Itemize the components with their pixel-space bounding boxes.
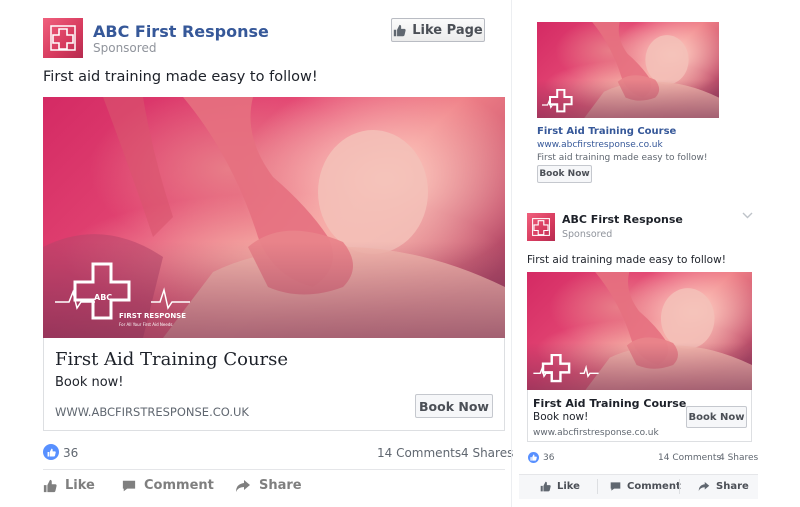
ad-description: Book now! (55, 375, 124, 390)
shares-count[interactable]: 4 Shares (461, 446, 513, 460)
divider (43, 469, 505, 470)
share-icon (698, 482, 710, 491)
thumbs-up-icon (43, 479, 57, 492)
mobile-post-text: First aid training made easy to follow! (527, 254, 726, 266)
mobile-book-now-button[interactable]: Book Now (686, 406, 747, 428)
like-page-label: Like Page (412, 22, 483, 38)
share-action[interactable]: Share (235, 478, 302, 493)
comment-icon (610, 482, 621, 491)
mobile-shares-count[interactable]: 4 Shares (719, 453, 758, 463)
mobile-like-count-icon (528, 452, 539, 463)
mobile-likes-count[interactable]: 36 (543, 453, 554, 463)
page-avatar[interactable] (43, 18, 83, 58)
right-ad-image[interactable] (537, 22, 719, 118)
comment-action[interactable]: Comment (122, 478, 214, 493)
image-logo-name: FIRST RESPONSE (119, 312, 187, 320)
mobile-ad-headline[interactable]: First Aid Training Course (533, 397, 686, 410)
mobile-comment-action[interactable]: Comment (610, 481, 681, 492)
post-text: First aid training made easy to follow! (43, 69, 318, 85)
thumbs-up-icon (394, 24, 406, 36)
comment-icon (122, 480, 136, 491)
book-now-button[interactable]: Book Now (415, 394, 493, 418)
comments-count[interactable]: 14 Comments (377, 446, 461, 460)
mobile-page-avatar[interactable] (527, 213, 555, 241)
page-name-link[interactable]: ABC First Response (93, 22, 269, 41)
thumbs-up-icon (47, 448, 56, 456)
ad-headline[interactable]: First Aid Training Course (55, 349, 288, 370)
right-ad-description: First aid training made easy to follow! (537, 153, 708, 163)
cross-logo-icon (50, 25, 76, 51)
chevron-down-icon[interactable] (742, 212, 753, 219)
right-ad-headline[interactable]: First Aid Training Course (537, 126, 676, 137)
like-page-button[interactable]: Like Page (391, 18, 485, 42)
mobile-comment-label: Comment (627, 481, 681, 492)
mobile-comments-count[interactable]: 14 Comments (658, 453, 721, 463)
mobile-ad-url: www.abcfirstresponse.co.uk (533, 428, 659, 438)
thumbs-up-icon (530, 454, 537, 461)
mobile-sponsored-label: Sponsored (562, 229, 613, 240)
right-book-now-button[interactable]: Book Now (537, 165, 592, 183)
ad-url: WWW.ABCFIRSTRESPONSE.CO.UK (55, 405, 249, 419)
action-separator (679, 479, 680, 494)
share-icon (236, 479, 250, 492)
cross-logo-icon (532, 218, 550, 236)
like-action[interactable]: Like (43, 478, 95, 493)
mobile-ad-image[interactable] (527, 272, 752, 390)
image-logo-tagline: For All Your First Aid Needs (119, 322, 173, 327)
thumbs-up-icon (540, 481, 551, 492)
cross-logo-icon (542, 89, 573, 113)
right-ad-url[interactable]: www.abcfirstresponse.co.uk (537, 140, 663, 150)
mobile-share-action[interactable]: Share (698, 481, 749, 492)
column-divider (511, 0, 512, 507)
sponsored-label: Sponsored (93, 41, 157, 55)
mobile-like-label: Like (557, 481, 580, 492)
share-action-label: Share (259, 478, 302, 493)
like-count-icon (43, 444, 59, 460)
mobile-page-name[interactable]: ABC First Response (562, 213, 683, 226)
ad-image[interactable]: ABC FIRST RESPONSE For All Your First Ai… (43, 97, 505, 338)
comment-action-label: Comment (144, 478, 214, 493)
image-logo-title: ABC (94, 293, 113, 302)
mobile-ad-description: Book now! (533, 411, 589, 423)
likes-count[interactable]: 36 (63, 446, 78, 460)
action-separator (597, 479, 598, 494)
cross-logo-icon (533, 354, 599, 383)
mobile-like-action[interactable]: Like (540, 481, 580, 492)
mobile-share-label: Share (716, 481, 749, 492)
like-action-label: Like (65, 478, 95, 493)
